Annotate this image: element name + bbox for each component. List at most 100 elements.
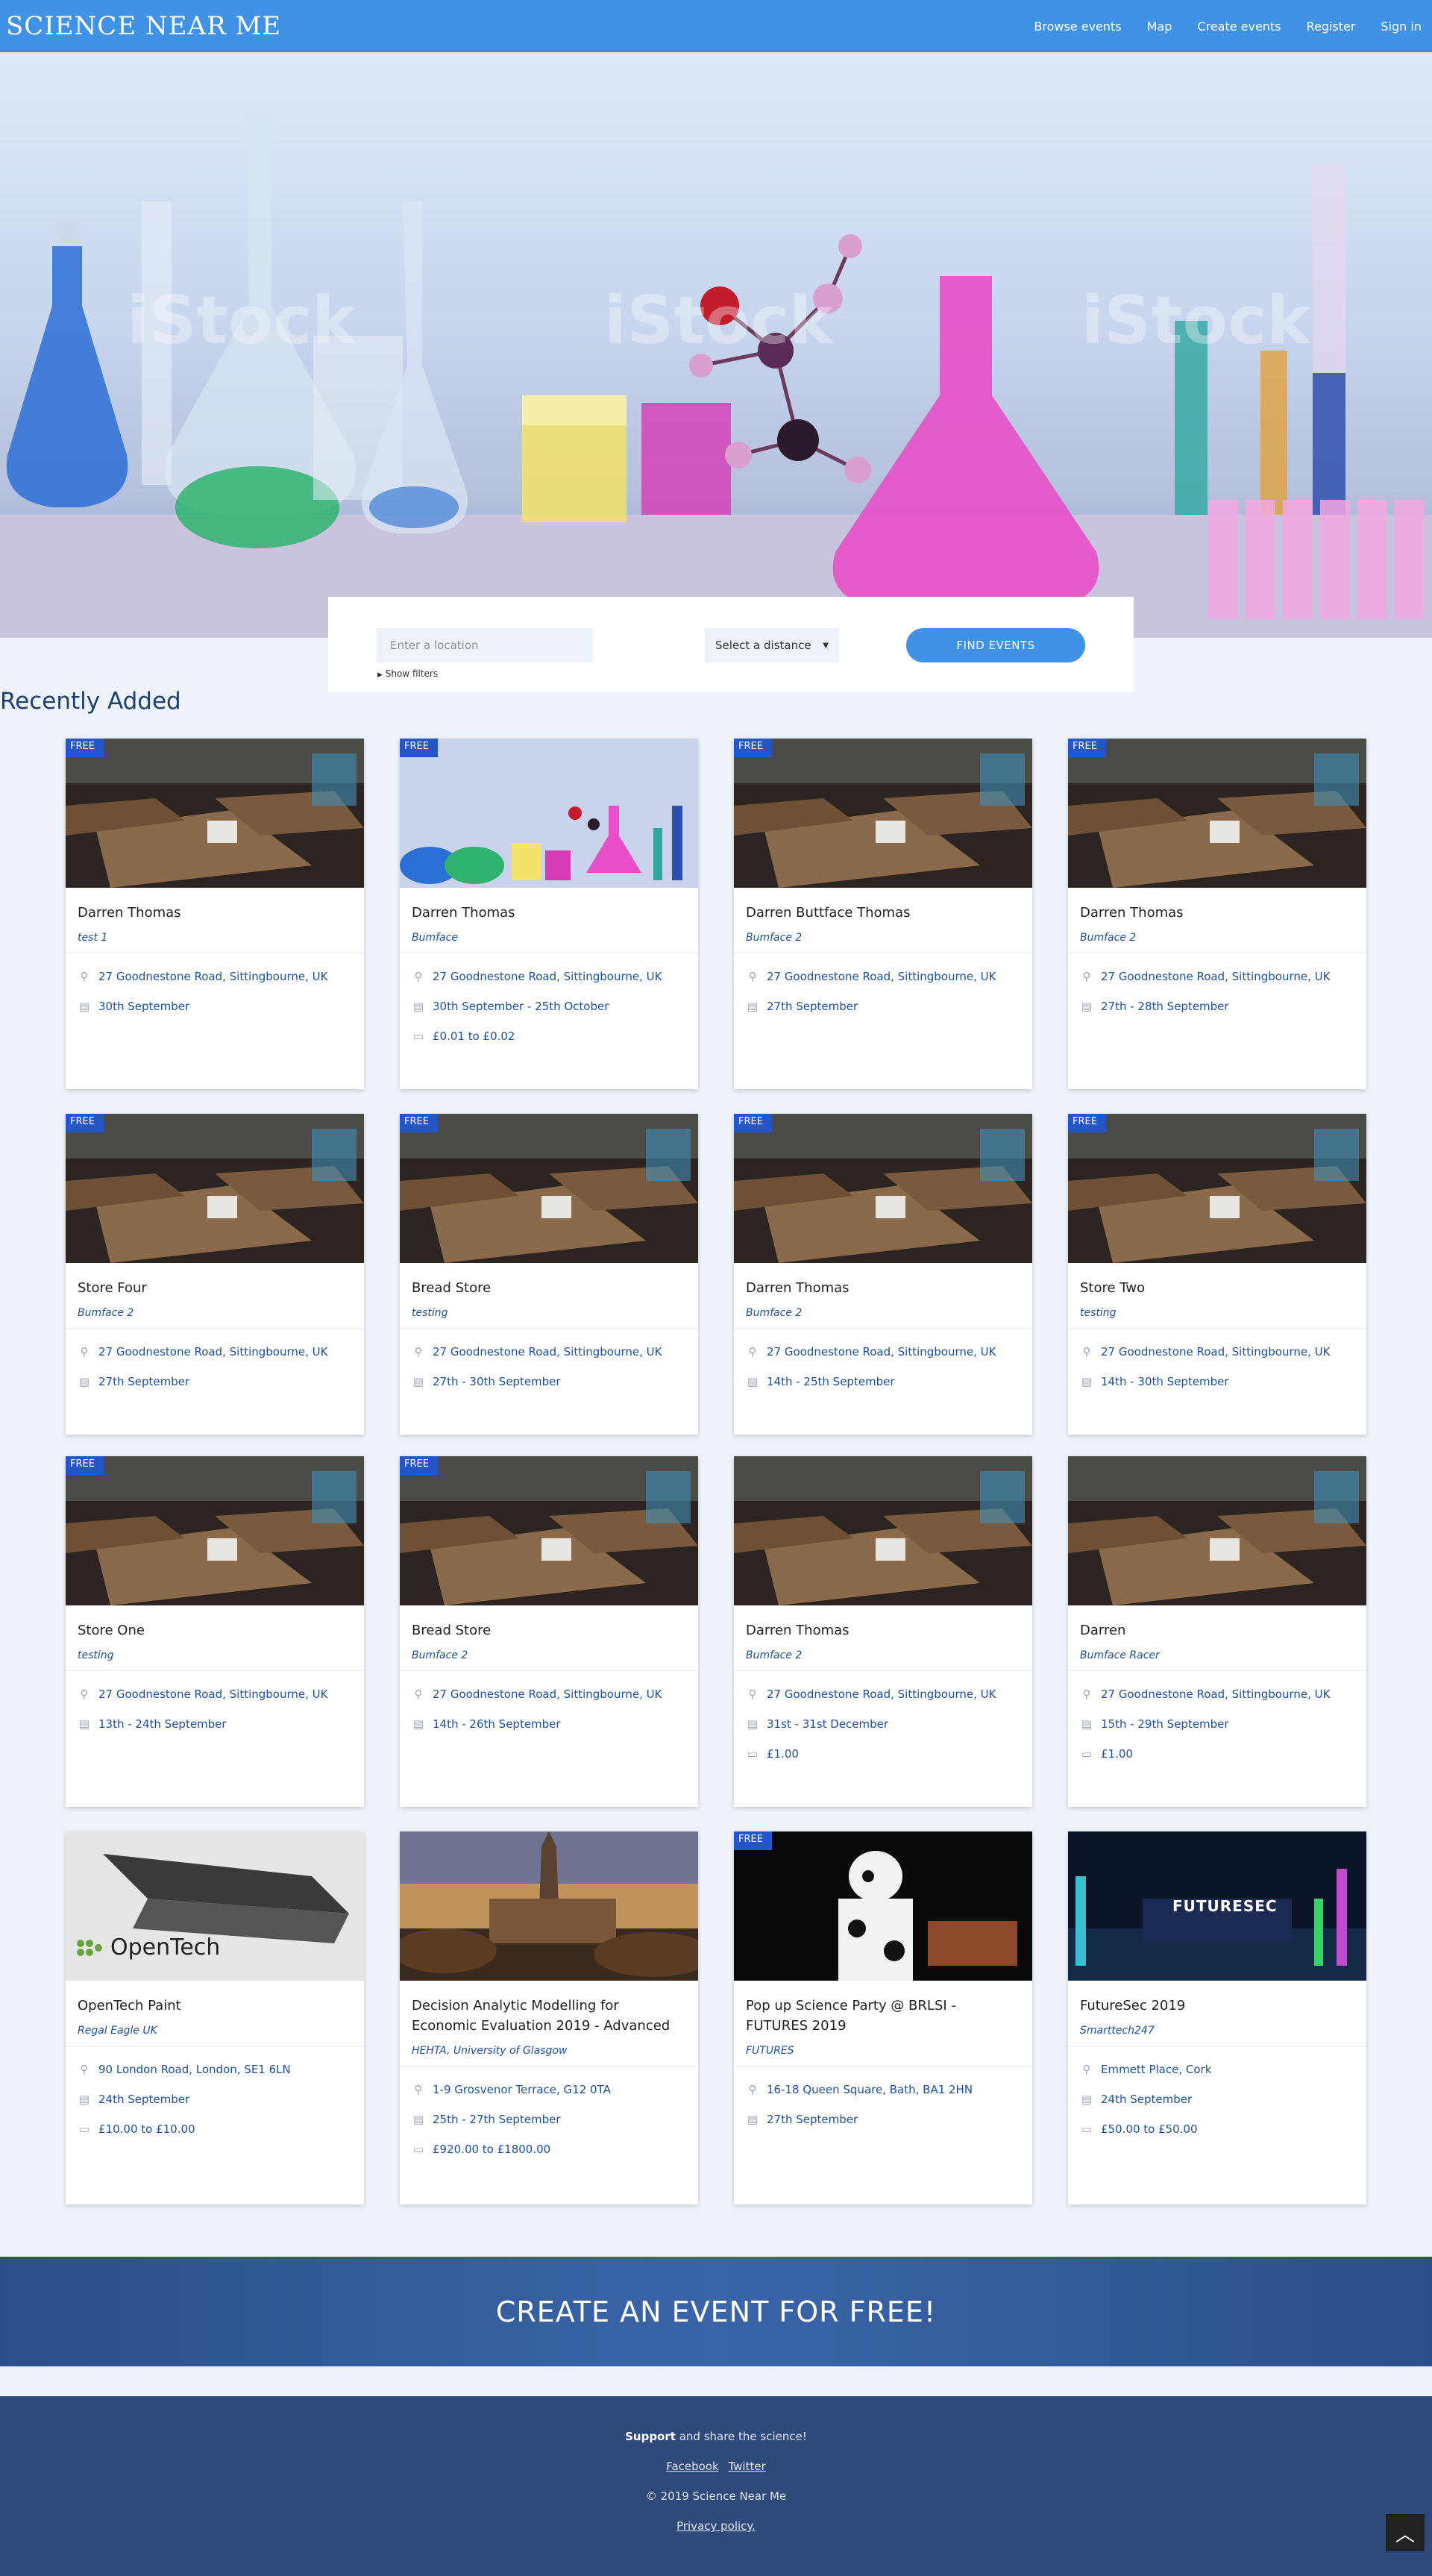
event-card[interactable]: Darren Thomas Bumface 2 ⚲ 27 Goodnestone Ro…: [734, 1456, 1032, 1807]
twitter-link[interactable]: Twitter: [728, 2460, 765, 2473]
event-card[interactable]: FREE Store Four Bumface 2 ⚲ 27 Goodnestone R…: [66, 1114, 364, 1435]
event-location-row: ⚲ 27 Goodnestone Road, Sittingbourne, UK: [400, 970, 698, 983]
calendar-icon: ▤: [747, 2113, 759, 2126]
find-events-button[interactable]: FIND EVENTS: [906, 628, 1085, 662]
event-card[interactable]: Darren Bumface Racer ⚲ 27 Goodnestone Road,…: [1068, 1456, 1366, 1807]
event-date-row: ▤ 24th September: [66, 2093, 364, 2106]
site-logo[interactable]: SCIENCE NEAR ME: [6, 11, 281, 41]
opentech-logo-text: OpenTech: [110, 1934, 221, 1961]
event-location-row: ⚲ 90 London Road, London, SE1 6LN: [66, 2063, 364, 2076]
event-card[interactable]: FREE Bread Store testing ⚲ 27 Goodnestone Ro…: [400, 1114, 698, 1435]
event-title[interactable]: Darren Buttface Thomas: [734, 888, 1032, 923]
event-location: 27 Goodnestone Road, Sittingbourne, UK: [98, 1345, 328, 1358]
event-card[interactable]: FREE Pop up Science Party @ BRLSI - FUTUR…: [734, 1831, 1032, 2204]
nav-create-events[interactable]: Create events: [1197, 19, 1281, 34]
caret-down-icon: ▼: [823, 641, 829, 650]
nav-register[interactable]: Register: [1307, 19, 1356, 34]
nav-sign-in[interactable]: Sign in: [1381, 19, 1422, 34]
event-location: 27 Goodnestone Road, Sittingbourne, UK: [433, 1345, 662, 1358]
event-location: 27 Goodnestone Road, Sittingbourne, UK: [98, 970, 328, 983]
event-card[interactable]: FUTURESEC FutureSec 2019 Smarttech247 ⚲ Emme…: [1068, 1831, 1366, 2204]
event-date-row: ▤ 13th - 24th September: [66, 1717, 364, 1731]
cafe-photo: [1068, 739, 1366, 888]
event-card[interactable]: FREE Bread Store Bumface 2 ⚲ 27 Goodnestone …: [400, 1456, 698, 1807]
event-title[interactable]: Store Four: [66, 1263, 364, 1298]
event-card[interactable]: FREE Store One testing ⚲ 27 Goodnestone Road…: [66, 1456, 364, 1807]
event-title[interactable]: Bread Store: [400, 1263, 698, 1298]
event-card[interactable]: FREE Darren Thomas Bumface 2 ⚲ 27 Goodneston…: [734, 1114, 1032, 1435]
free-badge: FREE: [1068, 1114, 1106, 1132]
event-card[interactable]: FREE Store Two testing ⚲ 27 Goodnestone Road…: [1068, 1114, 1366, 1435]
privacy-policy-link[interactable]: Privacy policy.: [0, 2519, 1432, 2533]
map-pin-icon: ⚲: [748, 1345, 757, 1358]
recently-added-heading: Recently Added: [0, 688, 181, 715]
scroll-to-top-button[interactable]: ︿: [1386, 2514, 1425, 2551]
calendar-icon: ▤: [1081, 2093, 1093, 2106]
map-pin-icon: ⚲: [80, 1345, 89, 1358]
event-title[interactable]: Bread Store: [400, 1605, 698, 1640]
free-badge: FREE: [734, 1831, 772, 1850]
event-title[interactable]: Darren: [1068, 1605, 1366, 1640]
ticket-icon: ▭: [1081, 1747, 1093, 1761]
event-date: 14th - 25th September: [767, 1375, 895, 1388]
science-party-photo: [734, 1831, 1032, 1981]
svg-text:iStock: iStock: [604, 282, 835, 359]
nav-links: Browse events Map Create events Register…: [1034, 19, 1422, 34]
footer-copyright: © 2019 Science Near Me: [645, 2489, 787, 2503]
event-title[interactable]: Darren Thomas: [734, 1605, 1032, 1640]
event-organizer: Bumface 2: [734, 923, 1032, 953]
event-date-row: ▤ 15th - 29th September: [1068, 1717, 1366, 1731]
event-image: FREE: [66, 1456, 364, 1605]
event-title[interactable]: Decision Analytic Modelling for Economic…: [400, 1981, 698, 2036]
event-title[interactable]: Darren Thomas: [400, 888, 698, 923]
event-title[interactable]: Store Two: [1068, 1263, 1366, 1298]
event-card[interactable]: FREE Darren Thomas Bumface 2 ⚲ 27 Goodneston…: [1068, 739, 1366, 1089]
event-organizer: Bumface 2: [1068, 923, 1366, 953]
event-title[interactable]: Darren Thomas: [1068, 888, 1366, 923]
event-date-row: ▤ 27th - 30th September: [400, 1375, 698, 1388]
event-image: [400, 1831, 698, 1981]
event-price: £920.00 to £1800.00: [433, 2143, 551, 2156]
event-price-row: ▭ £1.00: [1068, 1747, 1366, 1761]
event-organizer: Bumface: [400, 923, 698, 953]
event-card[interactable]: FREE Darren Thomas Bumface ⚲ 27 Goodnestone …: [400, 739, 698, 1089]
nav-browse-events[interactable]: Browse events: [1034, 19, 1121, 34]
nav-map[interactable]: Map: [1147, 19, 1172, 34]
event-title[interactable]: Darren Thomas: [66, 888, 364, 923]
event-title[interactable]: Store One: [66, 1605, 364, 1640]
facebook-link[interactable]: Facebook: [666, 2460, 718, 2473]
calendar-icon: ▤: [747, 1000, 759, 1013]
futuresec-logo-text: FUTURESEC: [1172, 1897, 1278, 1915]
chevron-up-icon: ︿: [1395, 2523, 1415, 2546]
event-title[interactable]: FutureSec 2019: [1068, 1981, 1366, 2016]
map-pin-icon: ⚲: [80, 2063, 89, 2076]
event-card[interactable]: FREE Darren Buttface Thomas Bumface 2 ⚲ 27 G…: [734, 739, 1032, 1089]
event-price-row: ▭ £1.00: [734, 1747, 1032, 1761]
event-title[interactable]: Darren Thomas: [734, 1263, 1032, 1298]
event-title[interactable]: Pop up Science Party @ BRLSI - FUTURES 2…: [734, 1981, 1032, 2036]
event-organizer: testing: [400, 1298, 698, 1329]
distance-select[interactable]: Select a distance ▼: [705, 628, 839, 662]
map-pin-icon: ⚲: [1082, 2063, 1091, 2076]
event-card[interactable]: OpenTech OpenTech Paint Regal Eagle UK ⚲ 90 …: [66, 1831, 364, 2204]
show-filters-toggle[interactable]: ▶ Show filters: [377, 668, 438, 679]
free-badge: FREE: [400, 739, 438, 757]
event-location: 27 Goodnestone Road, Sittingbourne, UK: [1101, 1687, 1331, 1701]
calendar-icon: ▤: [412, 1000, 424, 1013]
event-organizer: Bumface 2: [66, 1298, 364, 1329]
event-location: Emmett Place, Cork: [1101, 2063, 1212, 2076]
free-badge: FREE: [66, 1456, 104, 1475]
calendar-icon: ▤: [78, 1375, 90, 1388]
event-location: 27 Goodnestone Road, Sittingbourne, UK: [1101, 1345, 1331, 1358]
event-card[interactable]: Decision Analytic Modelling for Economic…: [400, 1831, 698, 2204]
map-pin-icon: ⚲: [1082, 970, 1091, 983]
cafe-photo: [734, 1114, 1032, 1263]
create-event-banner[interactable]: CREATE AN EVENT FOR FREE!: [0, 2257, 1432, 2366]
event-image: FREE: [734, 1114, 1032, 1263]
event-organizer: FUTURES: [734, 2036, 1032, 2066]
cafe-photo: [734, 739, 1032, 888]
event-card[interactable]: FREE Darren Thomas test 1 ⚲ 27 Goodnestone R…: [66, 739, 364, 1089]
event-title[interactable]: OpenTech Paint: [66, 1981, 364, 2016]
cafe-photo: [1068, 1114, 1366, 1263]
location-input[interactable]: [377, 628, 593, 662]
